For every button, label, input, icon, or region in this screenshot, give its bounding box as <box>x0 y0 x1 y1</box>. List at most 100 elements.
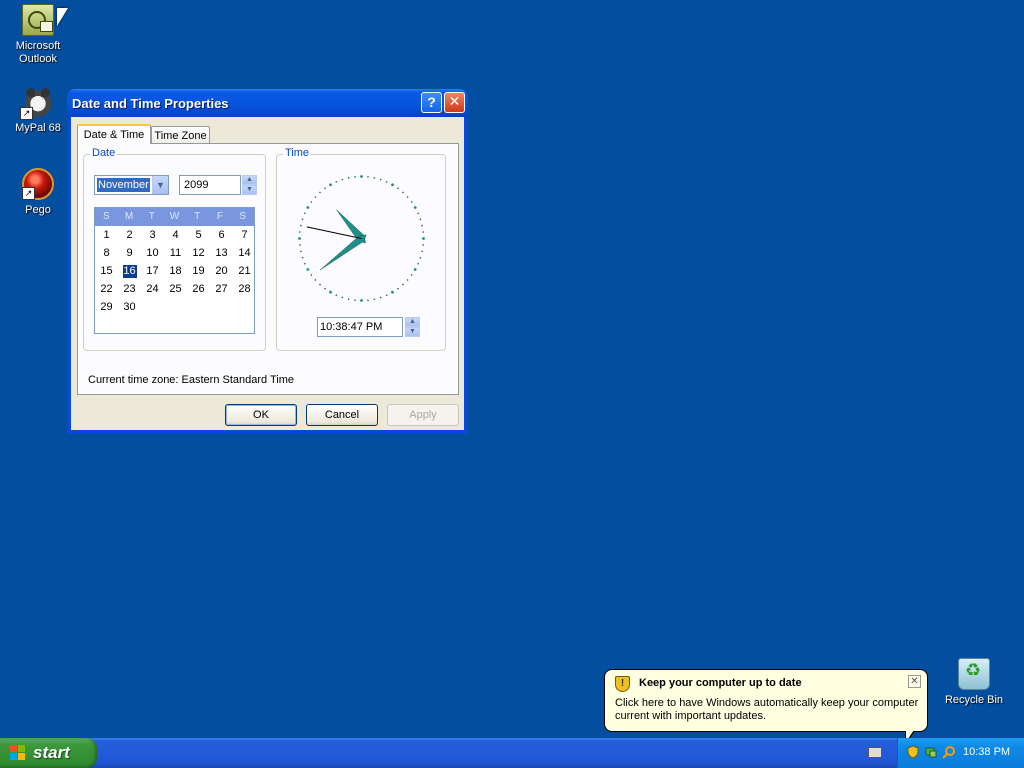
date-time-properties-window: Date and Time Properties ? ✕ Date & Time… <box>67 89 468 434</box>
clock-hour-tick <box>391 290 394 294</box>
calendar-day[interactable]: 19 <box>187 262 210 280</box>
security-shield-icon[interactable] <box>906 745 920 759</box>
calendar-day[interactable]: 27 <box>210 280 233 298</box>
clock-minute-tick <box>402 191 404 194</box>
time-input[interactable]: 10:38:47 PM <box>317 317 403 337</box>
clock-minute-tick <box>406 196 409 198</box>
mypal-icon: ↗ <box>20 86 54 120</box>
start-button[interactable]: start <box>0 738 97 768</box>
month-calendar[interactable]: SMTWTFS 1 2 3 4 5 6 7 8 9 10 11 12 13 14 15 16 17 18 19 20 2… <box>94 207 255 334</box>
calendar-day[interactable]: 6 <box>210 226 233 244</box>
calendar-day[interactable]: 15 <box>95 262 118 280</box>
calendar-day[interactable]: 29 <box>95 298 118 316</box>
clock-minute-tick <box>422 244 424 246</box>
spin-down-icon[interactable]: ▼ <box>405 327 420 337</box>
calendar-empty-cell <box>233 298 256 316</box>
clock-minute-tick <box>304 262 306 265</box>
clock-minute-tick <box>379 296 382 299</box>
calendar-day[interactable]: 28 <box>233 280 256 298</box>
windows-logo-icon <box>10 745 26 761</box>
calendar-day[interactable]: 18 <box>164 262 187 280</box>
calendar-day[interactable]: 14 <box>233 244 256 262</box>
spin-up-icon[interactable]: ▲ <box>242 175 257 185</box>
calendar-day[interactable]: 24 <box>141 280 164 298</box>
month-dropdown[interactable]: November ▼ <box>94 175 169 195</box>
balloon-close-icon[interactable]: ✕ <box>908 675 921 688</box>
calendar-day[interactable]: 16 <box>118 262 141 280</box>
calendar-day[interactable]: 2 <box>118 226 141 244</box>
calendar-day[interactable]: 5 <box>187 226 210 244</box>
clock-minute-tick <box>417 262 419 265</box>
clock-minute-tick <box>300 250 302 253</box>
network-icon[interactable] <box>924 745 938 759</box>
close-button[interactable]: ✕ <box>444 92 465 113</box>
calendar-day[interactable]: 7 <box>233 226 256 244</box>
date-group-label: Date <box>90 147 118 159</box>
chevron-down-icon[interactable]: ▼ <box>152 176 168 194</box>
desktop-icon-pego[interactable]: ↗ Pego <box>0 168 76 217</box>
year-spinner[interactable]: ▲ ▼ <box>242 175 257 195</box>
keyboard-icon[interactable] <box>868 747 882 758</box>
window-title: Date and Time Properties <box>72 96 229 111</box>
recycle-bin-icon <box>958 658 990 690</box>
calendar-day[interactable]: 25 <box>164 280 187 298</box>
calendar-day[interactable]: 17 <box>141 262 164 280</box>
help-button[interactable]: ? <box>421 92 442 113</box>
clock-minute-tick <box>410 201 413 203</box>
calendar-day[interactable]: 26 <box>187 280 210 298</box>
calendar-day[interactable]: 12 <box>187 244 210 262</box>
weekday-header: M <box>124 211 134 222</box>
spin-down-icon[interactable]: ▼ <box>242 185 257 195</box>
balloon-text[interactable]: Click here to have Windows automatically… <box>615 697 920 723</box>
security-shield-icon: ! <box>615 676 630 692</box>
current-time-zone-text: Current time zone: Eastern Standard Time <box>88 374 295 386</box>
calendar-day[interactable]: 13 <box>210 244 233 262</box>
calendar-day[interactable]: 23 <box>118 280 141 298</box>
apply-button[interactable]: Apply <box>387 404 459 426</box>
clock-minute-tick <box>319 283 321 286</box>
clock-minute-tick <box>422 231 424 233</box>
desktop-icon-mypal[interactable]: ↗ MyPal 68 <box>0 86 76 135</box>
calendar-day[interactable]: 30 <box>118 298 141 316</box>
clock-hour-tick <box>422 237 425 240</box>
title-bar[interactable]: Date and Time Properties ? ✕ <box>67 89 468 117</box>
calendar-day[interactable]: 8 <box>95 244 118 262</box>
calendar-empty-cell <box>187 298 210 316</box>
clock-minute-tick <box>373 298 376 300</box>
taskbar: start 10:38 PM <box>0 738 1024 768</box>
clock-minute-tick <box>341 296 344 299</box>
cancel-button[interactable]: Cancel <box>306 404 378 426</box>
selected-day[interactable]: 16 <box>122 265 137 278</box>
outlook-icon <box>22 4 54 36</box>
calendar-day[interactable]: 11 <box>164 244 187 262</box>
ok-button[interactable]: OK <box>225 404 297 426</box>
tab-date-time[interactable]: Date & Time <box>77 124 151 144</box>
calendar-day[interactable]: 9 <box>118 244 141 262</box>
spin-up-icon[interactable]: ▲ <box>405 317 420 327</box>
clock-minute-tick <box>385 181 388 183</box>
clock-minute-tick <box>301 218 304 221</box>
calendar-day[interactable]: 1 <box>95 226 118 244</box>
time-spinner[interactable]: ▲ ▼ <box>405 317 420 337</box>
taskbar-clock[interactable]: 10:38 PM <box>963 746 1010 758</box>
year-input[interactable]: 2099 <box>179 175 241 195</box>
desktop-icon-recycle-bin[interactable]: Recycle Bin <box>936 658 1012 707</box>
clock-hour-tick <box>360 175 363 178</box>
calendar-day[interactable]: 10 <box>141 244 164 262</box>
clock-minute-tick <box>335 294 338 296</box>
calendar-day[interactable]: 3 <box>141 226 164 244</box>
clock-minute-tick <box>314 196 317 198</box>
search-icon[interactable] <box>942 745 956 759</box>
time-group: Time 10:38:47 PM ▲ ▼ <box>276 147 446 351</box>
calendar-day[interactable]: 20 <box>210 262 233 280</box>
clock-minute-tick <box>379 178 382 181</box>
weekday-header: W <box>169 211 180 222</box>
weekday-header: S <box>239 211 246 222</box>
calendar-day[interactable]: 4 <box>164 226 187 244</box>
calendar-day[interactable]: 21 <box>233 262 256 280</box>
system-tray: 10:38 PM <box>897 738 1024 768</box>
clock-minute-tick <box>367 176 369 178</box>
calendar-day[interactable]: 22 <box>95 280 118 298</box>
month-value: November <box>97 178 150 192</box>
update-notification-balloon[interactable]: ! Keep your computer up to date ✕ Click … <box>604 669 928 745</box>
